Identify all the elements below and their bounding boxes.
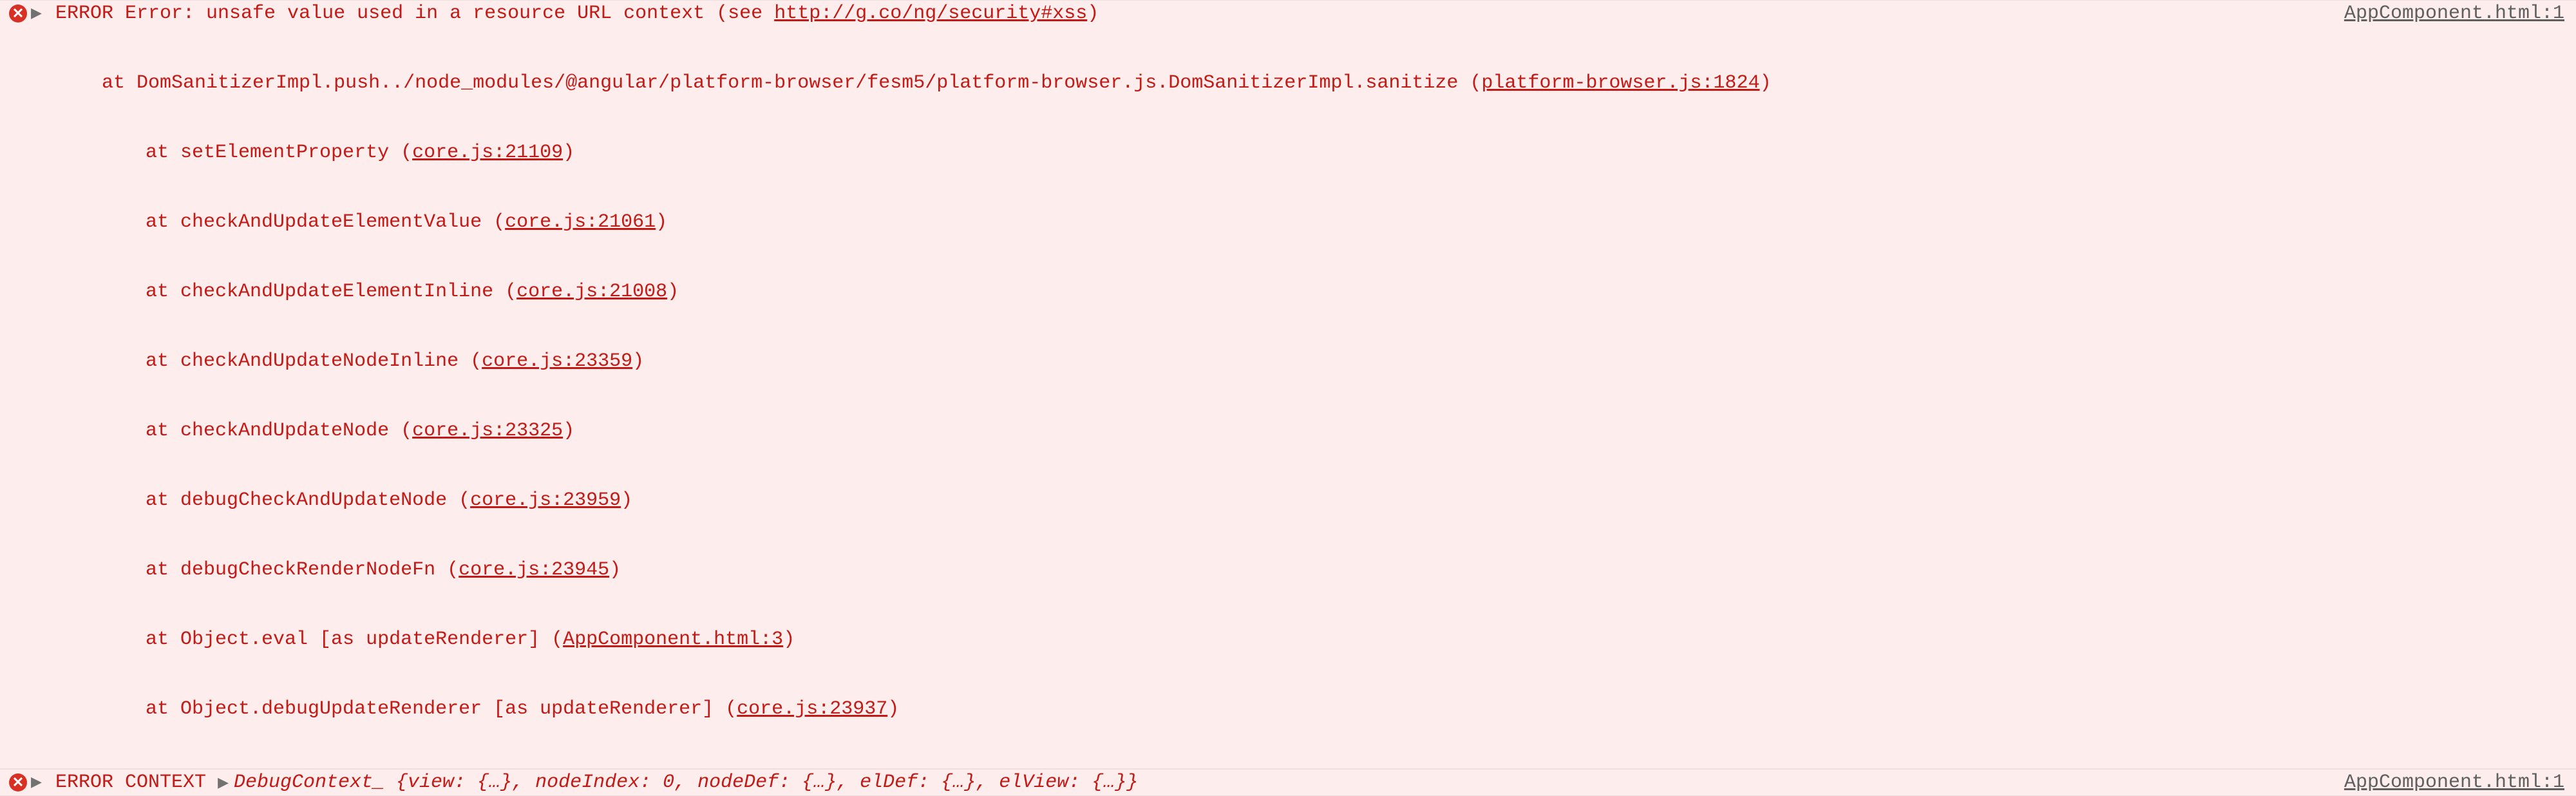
frame-tail: ) [563,420,574,442]
object-props-a: {view: {…}, nodeIndex: [384,772,663,793]
object-disclosure-triangle[interactable]: ▶ [218,775,229,792]
source-link[interactable]: AppComponent.html:1 [2344,771,2564,794]
frame-source-link[interactable]: core.js:23959 [470,489,621,511]
frame-text: at Object.eval [as updateRenderer] ( [99,629,563,650]
frame-text: at debugCheckAndUpdateNode ( [99,489,470,511]
frame-text: at DomSanitizerImpl.push../node_modules/… [55,72,1481,94]
error-icon: ✕ [9,5,27,23]
console-error-row: ✕ ▶ AppComponent.html:1 ERROR CONTEXT ▶ D… [0,769,2576,796]
error-label: ERROR CONTEXT [55,772,206,793]
error-headline: ERROR CONTEXT ▶ DebugContext_ {view: {…},… [55,772,1138,793]
frame-source-link[interactable]: core.js:23359 [482,350,632,372]
frame-source-link[interactable]: core.js:21008 [516,281,667,303]
object-number: 0 [663,772,674,793]
error-headline: ERROR Error: unsafe value used in a reso… [55,3,1099,24]
stack-frame: at checkAndUpdateNodeInline (core.js:233… [55,350,2572,373]
stack-frame: at checkAndUpdateElementValue (core.js:2… [55,211,2572,234]
frame-tail: ) [1759,72,1771,94]
frame-text: at debugCheckRenderNodeFn ( [99,559,459,581]
frame-text: at checkAndUpdateElementInline ( [99,281,516,303]
frame-tail: ) [887,698,899,720]
stack-trace: at DomSanitizerImpl.push../node_modules/… [55,25,2572,767]
frame-tail: ) [656,211,667,233]
object-preview[interactable]: DebugContext_ {view: {…}, nodeIndex: 0, … [234,772,1138,793]
frame-text: at checkAndUpdateNodeInline ( [99,350,482,372]
frame-tail: ) [667,281,679,303]
stack-frame: at DomSanitizerImpl.push../node_modules/… [55,71,2572,95]
frame-source-link[interactable]: core.js:21061 [505,211,656,233]
frame-text: at setElementProperty ( [99,142,412,164]
frame-text: at checkAndUpdateElementValue ( [99,211,505,233]
frame-tail: ) [621,489,632,511]
stack-frame: at checkAndUpdateNode (core.js:23325) [55,419,2572,442]
frame-tail: ) [609,559,621,581]
stack-frame: at setElementProperty (core.js:21109) [55,141,2572,164]
disclosure-triangle[interactable]: ▶ [31,775,42,791]
frame-source-link[interactable]: core.js:21109 [412,142,563,164]
frame-text: at Object.debugUpdateRenderer [as update… [99,698,737,720]
disclosure-triangle[interactable]: ▶ [31,6,42,23]
object-class-name: DebugContext_ [234,772,384,793]
frame-text: at checkAndUpdateNode ( [99,420,412,442]
frame-source-link[interactable]: core.js:23937 [737,698,887,720]
stack-frame: at debugCheckRenderNodeFn (core.js:23945… [55,558,2572,582]
error-text-b: ) [1087,3,1099,24]
frame-source-link[interactable]: platform-browser.js:1824 [1481,72,1759,94]
frame-source-link[interactable]: AppComponent.html:3 [563,629,783,650]
error-label: ERROR [55,3,113,24]
frame-source-link[interactable]: core.js:23325 [412,420,563,442]
stack-frame: at debugCheckAndUpdateNode (core.js:2395… [55,489,2572,512]
stack-frame: at Object.debugUpdateRenderer [as update… [55,697,2572,721]
frame-source-link[interactable]: core.js:23945 [459,559,609,581]
console-error-row: ✕ ▶ AppComponent.html:1 ERROR Error: uns… [0,0,2576,769]
frame-tail: ) [563,142,574,164]
frame-tail: ) [783,629,795,650]
console-output: ✕ ▶ AppComponent.html:1 ERROR Error: uns… [0,0,2576,796]
stack-frame: at Object.eval [as updateRenderer] (AppC… [55,628,2572,651]
object-props-b: , nodeDef: {…}, elDef: {…}, elView: {…}} [674,772,1138,793]
stack-frame: at checkAndUpdateElementInline (core.js:… [55,280,2572,303]
error-text-a: Error: unsafe value used in a resource U… [113,3,774,24]
security-doc-link[interactable]: http://g.co/ng/security#xss [774,3,1087,24]
source-link[interactable]: AppComponent.html:1 [2344,2,2564,25]
frame-tail: ) [632,350,644,372]
error-icon: ✕ [9,773,27,791]
